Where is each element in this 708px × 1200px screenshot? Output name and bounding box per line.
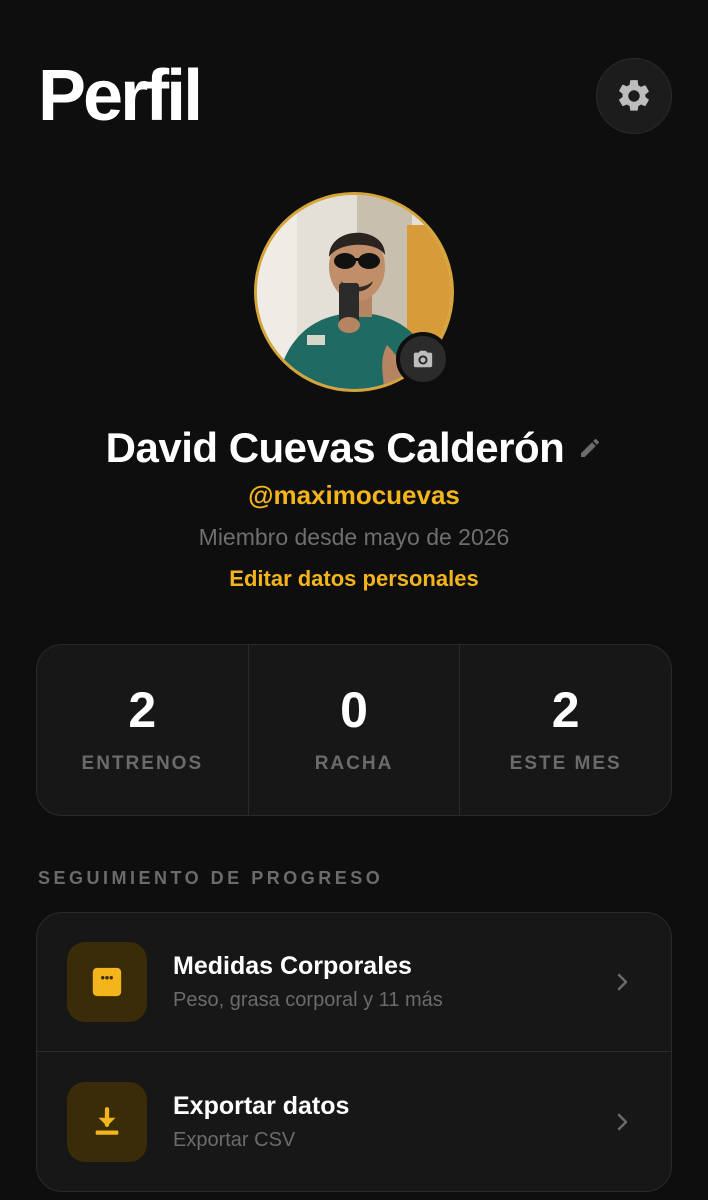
row-title: Exportar datos bbox=[173, 1091, 350, 1120]
member-since: Miembro desde mayo de 2026 bbox=[198, 524, 510, 550]
settings-button[interactable] bbox=[596, 58, 672, 134]
row-icon-container bbox=[67, 942, 147, 1022]
row-subtitle: Exportar CSV bbox=[173, 1128, 296, 1151]
pencil-icon[interactable] bbox=[578, 436, 602, 460]
username: @maximocuevas bbox=[248, 480, 460, 510]
stat-label: ESTE MES bbox=[509, 753, 622, 774]
stat-value: 0 bbox=[340, 682, 368, 738]
stat-value: 2 bbox=[551, 682, 580, 738]
stat-label: ENTRENOS bbox=[81, 753, 204, 774]
stat-este-mes: 2 ESTE MES bbox=[460, 645, 671, 815]
page-title: Perfil bbox=[38, 56, 203, 136]
row-subtitle: Peso, grasa corporal y 11 más bbox=[173, 989, 443, 1011]
download-icon bbox=[95, 1106, 119, 1135]
stat-label: RACHA bbox=[314, 753, 394, 774]
avatar-container bbox=[254, 192, 454, 392]
stat-entrenos: 2 ENTRENOS bbox=[37, 645, 249, 815]
stat-racha: 0 RACHA bbox=[249, 645, 461, 815]
user-name: David Cuevas Calderón bbox=[105, 424, 565, 471]
list-item-exportar-datos[interactable]: Exportar datos Exportar CSV bbox=[37, 1052, 671, 1191]
progress-list: Medidas Corporales Peso, grasa corporal … bbox=[36, 912, 672, 1192]
chevron-right-icon bbox=[597, 1111, 649, 1133]
change-photo-button[interactable] bbox=[396, 332, 450, 386]
list-item-medidas-corporales[interactable]: Medidas Corporales Peso, grasa corporal … bbox=[37, 913, 671, 1052]
camera-icon bbox=[413, 350, 433, 368]
row-text: Exportar datos Exportar CSV bbox=[173, 1092, 597, 1152]
edit-personal-data-link[interactable]: Editar datos personales bbox=[0, 566, 708, 592]
row-title: Medidas Corporales bbox=[173, 952, 412, 980]
stat-value: 2 bbox=[128, 682, 157, 738]
name-row: David Cuevas Calderón bbox=[0, 424, 708, 472]
section-title: SEGUIMIENTO DE PROGRESO bbox=[38, 868, 384, 888]
gear-icon bbox=[619, 80, 649, 111]
row-text: Medidas Corporales Peso, grasa corporal … bbox=[173, 952, 597, 1012]
profile-screen: Perfil David Cuevas Calderón @maximocuev… bbox=[0, 0, 708, 1200]
chevron-right-icon bbox=[597, 971, 649, 993]
stats-card: 2 ENTRENOS 0 RACHA 2 ESTE MES bbox=[36, 644, 672, 816]
row-icon-container bbox=[67, 1081, 147, 1162]
header: Perfil bbox=[38, 56, 672, 136]
scale-icon bbox=[92, 967, 122, 997]
